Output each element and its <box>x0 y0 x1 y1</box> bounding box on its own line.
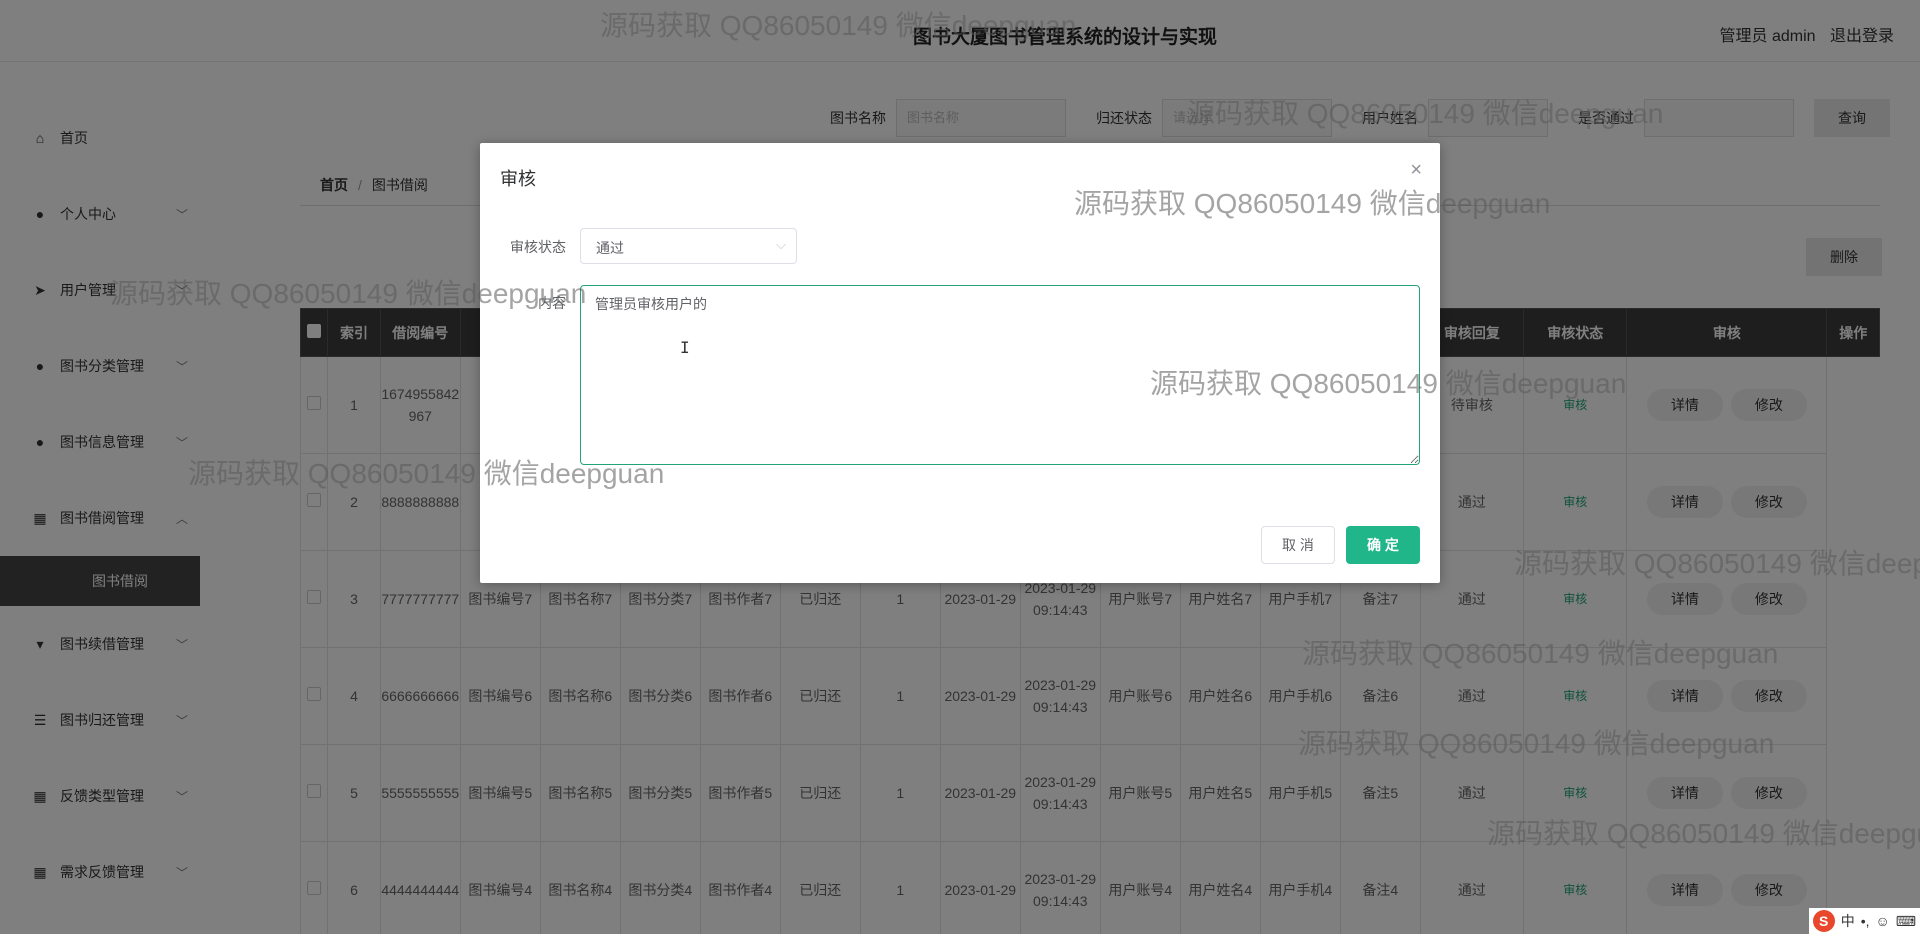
status-select-value: 通过 <box>596 240 624 256</box>
chevron-down-icon: ⌵ <box>776 237 786 252</box>
ime-logo-icon: S <box>1812 910 1835 932</box>
status-label: 审核状态 <box>510 239 566 255</box>
ime-toolbar[interactable]: S 中 •, ☺ ⌨ <box>1808 908 1920 934</box>
content-textarea[interactable] <box>580 285 1420 465</box>
dialog-title: 审核 <box>500 169 536 189</box>
audit-dialog: 审核 × 审核状态 通过 ⌵ 内容 I 取 消 确 定 <box>480 143 1440 583</box>
confirm-button[interactable]: 确 定 <box>1346 526 1420 564</box>
keyboard-icon: ⌨ <box>1895 912 1916 929</box>
punctuation-icon: •, <box>1860 913 1870 929</box>
status-row: 审核状态 通过 ⌵ <box>480 228 1440 264</box>
status-select[interactable]: 通过 ⌵ <box>580 228 797 264</box>
emoji-icon: ☺ <box>1875 913 1890 929</box>
ime-mode: 中 <box>1840 913 1855 929</box>
close-icon[interactable]: × <box>1410 159 1422 182</box>
content-label: 内容 <box>538 295 566 311</box>
text-cursor-icon: I <box>680 338 690 357</box>
cancel-button[interactable]: 取 消 <box>1261 526 1335 564</box>
